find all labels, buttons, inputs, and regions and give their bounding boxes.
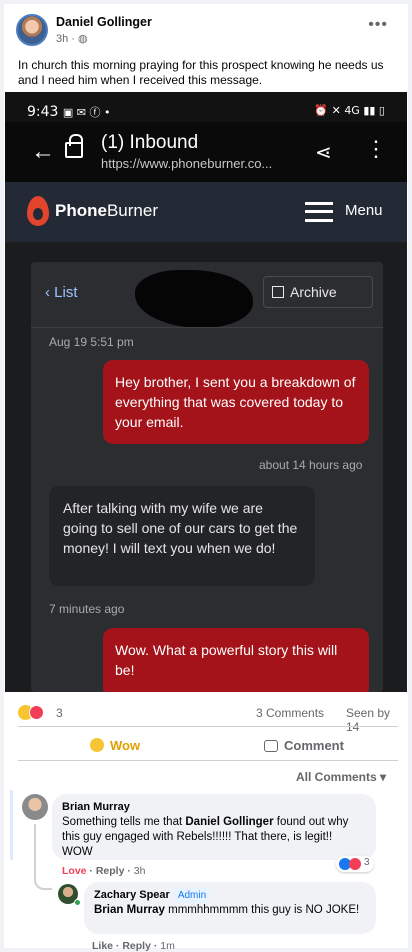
message-timestamp: about 14 hours ago (259, 458, 363, 472)
admin-badge: Admin (173, 888, 211, 903)
post-meta: 3h · ◍ (56, 32, 88, 45)
wow-reaction-button[interactable]: Wow (90, 738, 140, 753)
status-icons-right: ⏰ ✕ 4G ▮▮ ▯ (314, 104, 385, 117)
reply-bubble: Zachary Spear Admin Brian Murray mmmhhmmm… (84, 882, 376, 934)
message-timestamp: Aug 19 5:51 pm (49, 335, 134, 349)
reply-mention[interactable]: Brian Murray (94, 904, 165, 916)
divider (31, 327, 383, 328)
outgoing-message: Wow. What a powerful story this will be! (103, 628, 369, 692)
browser-url: https://www.phoneburner.co... (101, 156, 273, 171)
incoming-message: After talking with my wife we are going … (49, 486, 315, 586)
archive-button: Archive (263, 276, 373, 308)
reply-text: mmmhhmmmm this guy is NO JOKE! (164, 904, 360, 916)
commenter-name[interactable]: Brian Murray (62, 800, 366, 815)
wow-icon (90, 738, 104, 752)
flame-logo-icon (27, 196, 49, 226)
hamburger-icon (305, 202, 333, 222)
post-header: Daniel Gollinger 3h · ◍ ••• (16, 14, 396, 50)
comments-count[interactable]: 3 Comments (256, 706, 324, 720)
globe-icon: ◍ (78, 33, 88, 45)
archive-icon (272, 286, 284, 298)
love-reaction-icon (349, 858, 361, 870)
comment-actions: Love · Reply · 3h (62, 865, 145, 877)
comment-reactions[interactable]: 3 (336, 856, 374, 872)
attached-screenshot[interactable]: 9:43 ▣ ✉ ⓕ • ⏰ ✕ 4G ▮▮ ▯ ← (1) Inbound h… (5, 92, 407, 692)
reaction-count[interactable]: 3 (56, 706, 63, 720)
comment-text: Something tells me that (62, 816, 186, 828)
all-comments-dropdown[interactable]: All Comments ▾ (296, 770, 386, 784)
phoneburner-header: PhoneBurner Menu (5, 182, 407, 242)
love-action[interactable]: Love (62, 865, 87, 877)
online-indicator (74, 899, 81, 906)
reactions-summary: 3 3 Comments Seen by 14 (18, 704, 398, 734)
post-text: In church this morning praying for this … (18, 58, 384, 87)
comment-icon (264, 740, 278, 752)
divider (18, 760, 398, 761)
status-bar-time: 9:43 ▣ ✉ ⓕ • (27, 104, 111, 120)
comment-time[interactable]: 3h (134, 865, 146, 877)
divider (18, 726, 398, 727)
list-back-link: ‹ List (45, 284, 78, 301)
message-timestamp: 7 minutes ago (49, 602, 125, 616)
menu-label: Menu (345, 202, 383, 219)
love-reaction-icon (29, 705, 44, 720)
comment-highlight-edge (10, 790, 13, 860)
status-icons-left: ▣ ✉ ⓕ • (62, 106, 111, 119)
commenter-avatar[interactable] (22, 794, 48, 820)
reply-commenter-name[interactable]: Zachary Spear (94, 889, 170, 901)
browser-url-bar: ← (1) Inbound https://www.phoneburner.co… (5, 122, 407, 182)
phoneburner-logo: PhoneBurner (55, 201, 158, 220)
post-author-name[interactable]: Daniel Gollinger (56, 15, 152, 29)
facebook-post-card: Daniel Gollinger 3h · ◍ ••• In church th… (4, 4, 408, 952)
author-avatar[interactable] (16, 14, 48, 46)
lock-icon (65, 134, 83, 158)
back-arrow-icon: ← (31, 138, 55, 165)
comment-bubble: Brian Murray Something tells me that Dan… (52, 794, 376, 860)
more-dots-icon[interactable]: ••• (368, 16, 388, 34)
browser-page-title: (1) Inbound (101, 132, 199, 153)
post-time[interactable]: 3h · (56, 33, 78, 45)
reply-action[interactable]: · Reply · (87, 865, 134, 877)
outgoing-message: Hey brother, I sent you a breakdown of e… (103, 360, 369, 444)
seen-by[interactable]: Seen by 14 (346, 706, 398, 734)
comment-button[interactable]: Comment (264, 738, 344, 753)
reply-time[interactable]: 1m (160, 940, 175, 952)
like-action[interactable]: Like (92, 940, 113, 952)
comment-mention[interactable]: Daniel Gollinger (185, 816, 273, 828)
kebab-menu-icon: ⋮ (365, 136, 387, 161)
reply-thread-line (34, 824, 52, 890)
reply-action[interactable]: · Reply · (113, 940, 160, 952)
reply-actions: Like · Reply · 1m (92, 940, 175, 952)
share-icon: ⋖ (315, 142, 332, 164)
